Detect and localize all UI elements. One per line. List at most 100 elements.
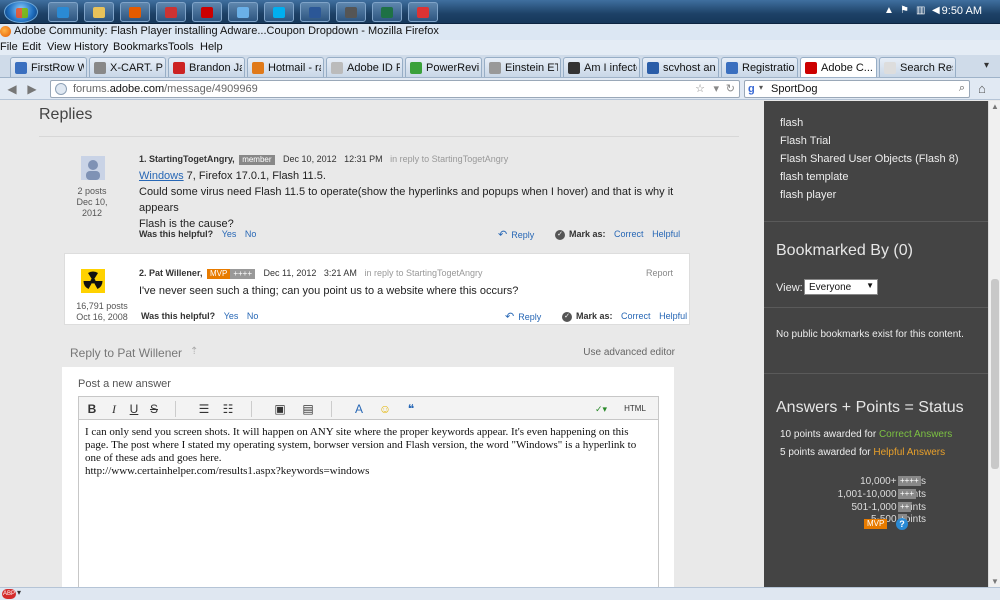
menu-bookmarks[interactable]: Bookmarks [113, 41, 168, 53]
scroll-thumb[interactable] [991, 279, 999, 469]
clock[interactable]: 9:50 AM [942, 5, 982, 17]
advanced-editor-link[interactable]: Use advanced editor [583, 347, 675, 358]
helpful-yes-link[interactable]: Yes [222, 229, 237, 239]
bookmark-star-icon[interactable]: ☆ [695, 82, 705, 95]
spellcheck-icon[interactable]: ✓▾ [589, 401, 613, 417]
browser-tab[interactable]: Search Resu... [879, 57, 956, 77]
taskbar-button[interactable] [372, 2, 402, 22]
help-icon[interactable]: ? [896, 518, 908, 530]
helpful-answers-link[interactable]: Helpful Answers [873, 447, 945, 458]
quote-icon[interactable]: ❝ [403, 401, 419, 417]
reply-button[interactable]: ↶ Reply [505, 310, 541, 323]
image-icon[interactable]: ▣ [271, 401, 289, 417]
browser-tab[interactable]: PowerRevie... [405, 57, 482, 77]
tag-flash-template[interactable]: flash template [780, 171, 848, 183]
in-reply-to[interactable]: in reply to StartingTogetAngry [364, 268, 482, 278]
correct-answers-link[interactable]: Correct Answers [879, 429, 952, 440]
text-style-icon[interactable]: A [349, 401, 369, 417]
menu-history[interactable]: History [74, 41, 108, 53]
author-name[interactable]: 2. Pat Willener, [139, 268, 202, 278]
strikethrough-button[interactable]: S [147, 401, 161, 417]
taskbar-button[interactable] [48, 2, 78, 22]
list-all-tabs-icon[interactable]: ▾ [984, 60, 998, 74]
media-icon[interactable]: ▤ [299, 401, 317, 417]
menu-tools[interactable]: Tools [168, 41, 194, 53]
menu-help[interactable]: Help [200, 41, 223, 53]
menu-view[interactable]: View [47, 41, 71, 53]
search-icon[interactable]: ⌕ [959, 82, 965, 95]
taskbar-button[interactable] [228, 2, 258, 22]
menu-file[interactable]: File [0, 41, 18, 53]
taskbar-button[interactable] [120, 2, 150, 22]
flag-icon[interactable]: ⚑ [900, 6, 910, 16]
taskbar-button[interactable] [408, 2, 438, 22]
mark-helpful-link[interactable]: Helpful [652, 229, 680, 239]
emoticon-icon[interactable]: ☺ [377, 401, 393, 417]
taskbar-button[interactable] [156, 2, 186, 22]
search-engine-dropdown-icon[interactable]: ▾ [759, 83, 763, 92]
browser-tab[interactable]: scvhost and... [642, 57, 719, 77]
browser-tab[interactable]: Adobe ID Pr... [326, 57, 403, 77]
bold-button[interactable]: B [85, 401, 99, 417]
vertical-scrollbar[interactable]: ▲ ▼ [988, 101, 1000, 587]
menu-edit[interactable]: Edit [22, 41, 41, 53]
tag-flash-player[interactable]: flash player [780, 189, 836, 201]
reload-icon[interactable]: ↻ [726, 82, 735, 95]
view-select[interactable]: Everyone ▼ [804, 279, 878, 295]
windows-hyperlink[interactable]: Windows [139, 170, 184, 182]
taskbar-button[interactable] [264, 2, 294, 22]
numbered-list-icon[interactable]: ☷ [219, 401, 237, 417]
taskbar-button[interactable] [84, 2, 114, 22]
show-hidden-icons-icon[interactable]: ▲ [884, 6, 894, 16]
scroll-to-post-icon[interactable]: ⇡ [190, 346, 198, 357]
browser-tab[interactable]: Registration... [721, 57, 798, 77]
browser-tab[interactable]: X-CART. Po... [89, 57, 166, 77]
browser-tab[interactable]: Adobe C... [800, 57, 877, 77]
helpful-no-link[interactable]: No [245, 229, 257, 239]
search-bar[interactable]: g ▾ SportDog ⌕ [744, 80, 970, 98]
report-link[interactable]: Report [646, 268, 673, 278]
html-mode-button[interactable]: HTML [621, 401, 649, 417]
mark-helpful-link[interactable]: Helpful [659, 311, 687, 321]
answer-text[interactable]: I can only send you screen shots. It wil… [85, 426, 653, 478]
volume-icon[interactable]: ◀ [932, 6, 942, 16]
scroll-up-icon[interactable]: ▲ [991, 102, 999, 111]
history-dropdown-icon[interactable]: ▾ [713, 82, 719, 95]
home-icon[interactable]: ⌂ [978, 81, 986, 96]
bullet-list-icon[interactable]: ☰ [195, 401, 213, 417]
start-button[interactable] [4, 1, 38, 23]
taskbar-button[interactable] [300, 2, 330, 22]
site-identity-icon[interactable] [55, 83, 67, 95]
browser-tab[interactable]: Brandon Jac... [168, 57, 245, 77]
chevron-down-icon[interactable]: ▾ [17, 588, 21, 597]
back-icon[interactable]: ◀ [4, 81, 20, 97]
reply-button[interactable]: ↶ Reply [498, 228, 534, 241]
mark-correct-link[interactable]: Correct [621, 311, 651, 321]
address-bar[interactable]: forums.adobe.com/message/4909969 ☆ ▾ ↻ [50, 80, 740, 98]
tag-flash-shared-user-objects[interactable]: Flash Shared User Objects (Flash 8) [780, 153, 959, 165]
in-reply-to[interactable]: in reply to StartingTogetAngry [390, 154, 508, 164]
browser-tab[interactable]: FirstRow W... [10, 57, 87, 77]
taskbar-button[interactable] [192, 2, 222, 22]
tag-flash[interactable]: flash [780, 117, 803, 129]
avatar[interactable] [81, 156, 105, 180]
helpful-no-link[interactable]: No [247, 311, 259, 321]
radioactive-avatar[interactable] [81, 269, 105, 293]
adblock-plus-icon[interactable]: ABP [2, 589, 16, 599]
forward-icon[interactable]: ▶ [24, 81, 40, 97]
favicon-icon [568, 62, 580, 74]
mark-correct-link[interactable]: Correct [614, 229, 644, 239]
author-name[interactable]: 1. StartingTogetAngry, [139, 154, 235, 164]
taskbar-button[interactable] [336, 2, 366, 22]
search-input[interactable]: SportDog [771, 83, 817, 95]
scroll-down-icon[interactable]: ▼ [991, 577, 999, 586]
italic-button[interactable]: I [107, 401, 121, 417]
browser-tab[interactable]: Einstein ET-... [484, 57, 561, 77]
browser-tab[interactable]: Hotmail - ra... [247, 57, 324, 77]
network-icon[interactable]: ▥ [916, 6, 926, 16]
browser-tab[interactable]: Am I infecte... [563, 57, 640, 77]
helpful-yes-link[interactable]: Yes [224, 311, 239, 321]
tag-flash-trial[interactable]: Flash Trial [780, 135, 831, 147]
underline-button[interactable]: U [127, 401, 141, 417]
answer-textarea[interactable]: I can only send you screen shots. It wil… [78, 420, 659, 587]
